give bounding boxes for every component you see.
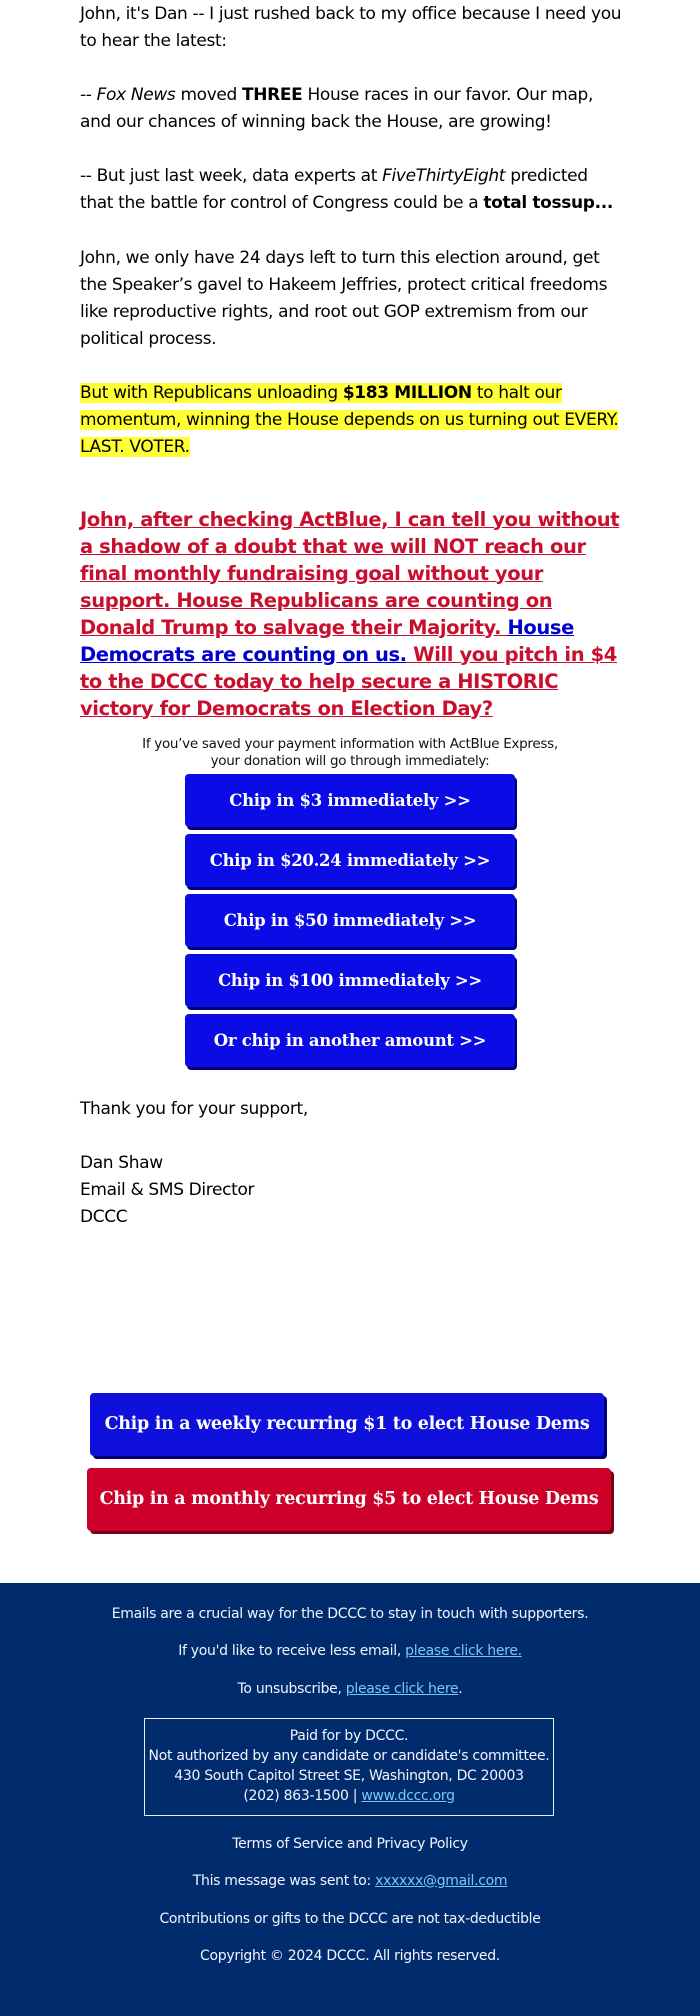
paid-line: Paid for by DCCC.	[289, 1728, 409, 1744]
paid-for-box: Paid for by DCCC. Not authorized by any …	[144, 1718, 554, 1816]
text: --	[80, 85, 97, 105]
text: To unsubscribe,	[237, 1681, 346, 1697]
signature-title: Email & SMS Director	[80, 1180, 255, 1200]
fivethirtyeight-paragraph: -- But just last week, data experts at F…	[80, 163, 625, 217]
donate-3-button[interactable]: Chip in $3 immediately >>	[185, 774, 515, 827]
website-link[interactable]: www.dccc.org	[361, 1788, 455, 1804]
recipient-email-link[interactable]: xxxxxx@gmail.com	[375, 1873, 507, 1889]
emphasis: $183 MILLION	[342, 383, 472, 403]
highlighted-paragraph: But with Republicans unloading $183 MILL…	[80, 380, 625, 461]
signature: Dan Shaw Email & SMS Director DCCC	[80, 1150, 255, 1231]
text: But with Republicans unloading	[80, 383, 343, 403]
intro-paragraph: John, it's Dan -- I just rushed back to …	[80, 4, 622, 51]
footer-unsubscribe: To unsubscribe, please click here.	[0, 1680, 700, 1698]
donate-button-stack: Chip in $3 immediately >> Chip in $20.24…	[185, 774, 515, 1074]
phone: (202) 863-1500 |	[243, 1788, 362, 1804]
note-line: If you’ve saved your payment information…	[142, 736, 558, 752]
sent-to-line: This message was sent to: xxxxxx@gmail.c…	[0, 1872, 700, 1890]
tax-note: Contributions or gifts to the DCCC are n…	[159, 1911, 541, 1927]
donate-other-amount-button[interactable]: Or chip in another amount >>	[185, 1014, 515, 1067]
address: 430 South Capitol Street SE, Washington,…	[174, 1768, 524, 1784]
text: .	[458, 1681, 463, 1697]
less-email-link[interactable]: please click here.	[405, 1643, 522, 1659]
days-left-paragraph: John, we only have 24 days left to turn …	[80, 248, 608, 349]
source-name: FiveThirtyEight	[382, 166, 506, 186]
contact-line: (202) 863-1500 | www.dccc.org	[145, 1786, 553, 1806]
paid-line: Not authorized by any candidate or candi…	[148, 1748, 550, 1764]
terms-privacy[interactable]: Terms of Service and Privacy Policy	[0, 1835, 700, 1853]
signature-org: DCCC	[80, 1207, 128, 1227]
emphasis: total tossup...	[483, 193, 613, 213]
highlight: But with Republicans unloading $183 MILL…	[80, 383, 619, 457]
fox-news-paragraph: -- Fox News moved THREE House races in o…	[80, 82, 625, 136]
actblue-express-note: If you’ve saved your payment information…	[0, 736, 700, 770]
appeal-paragraph: John, after checking ActBlue, I can tell…	[80, 506, 625, 722]
donate-100-button[interactable]: Chip in $100 immediately >>	[185, 954, 515, 1007]
footer: Emails are a crucial way for the DCCC to…	[0, 1583, 700, 2016]
unsubscribe-link[interactable]: please click here	[346, 1681, 459, 1697]
copyright: Copyright © 2024 DCCC. All rights reserv…	[200, 1948, 500, 1964]
note-line: your donation will go through immediatel…	[210, 753, 490, 769]
text: This message was sent to:	[192, 1873, 376, 1889]
weekly-recurring-button[interactable]: Chip in a weekly recurring $1 to elect H…	[90, 1393, 604, 1497]
source-name: Fox News	[96, 85, 176, 105]
monthly-recurring-button[interactable]: Chip in a monthly recurring $5 to elect …	[87, 1468, 611, 1572]
donate-50-button[interactable]: Chip in $50 immediately >>	[185, 894, 515, 947]
text: moved	[175, 85, 243, 105]
signature-name: Dan Shaw	[80, 1153, 163, 1173]
emphasis: THREE	[242, 85, 303, 105]
signoff: Thank you for your support,	[80, 1099, 308, 1119]
text: If you'd like to receive less email,	[178, 1643, 406, 1659]
donate-20-24-button[interactable]: Chip in $20.24 immediately >>	[185, 834, 515, 887]
footer-emails-note: Emails are a crucial way for the DCCC to…	[111, 1606, 589, 1622]
text: -- But just last week, data experts at	[80, 166, 383, 186]
footer-less-email: If you'd like to receive less email, ple…	[0, 1642, 700, 1660]
